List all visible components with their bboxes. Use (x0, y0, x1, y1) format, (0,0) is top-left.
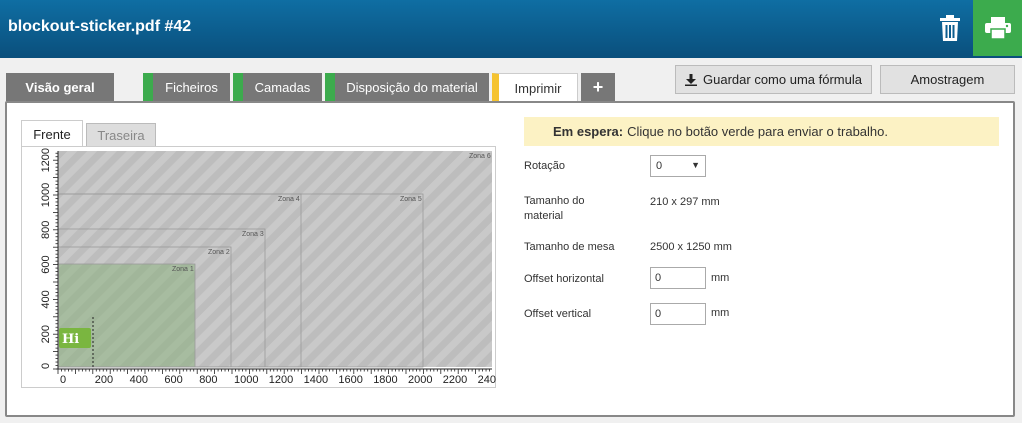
x-tick-label: 200 (95, 374, 113, 386)
tab-material-layout[interactable]: Disposição do material (325, 73, 489, 101)
material-size-label: Tamanho do material (524, 195, 585, 222)
x-tick-label: 2000 (408, 374, 432, 386)
trash-icon (940, 15, 960, 41)
add-tab-button[interactable]: + (581, 73, 615, 101)
table-size-label: Tamanho de mesa (524, 241, 615, 253)
save-as-formula-button[interactable]: Guardar como uma fórmula (675, 65, 872, 94)
zone-5-label: Zona 5 (400, 196, 422, 203)
tab-layers[interactable]: Camadas (233, 73, 322, 101)
offset-vertical-unit: mm (711, 307, 730, 319)
job-thumbnail-label: Hi (62, 332, 79, 347)
status-message: Clique no botão verde para enviar o trab… (627, 124, 888, 139)
x-tick-label: 400 (130, 374, 148, 386)
rotation-label: Rotação (524, 160, 565, 172)
rotation-value: 0 (656, 160, 663, 172)
status-title: Em espera: (553, 124, 624, 139)
preview-canvas: Zona 1 Zona 2 Zona 3 Zona 4 Zona 5 Zona … (40, 148, 496, 386)
x-tick-label: 0 (60, 374, 66, 386)
tab-front[interactable]: Frente (21, 120, 83, 147)
x-tick-label: 800 (199, 374, 217, 386)
download-icon (685, 73, 698, 86)
x-tick-label: 1800 (373, 374, 397, 386)
y-tick-label: 1000 (40, 183, 52, 207)
print-button[interactable] (973, 0, 1022, 56)
zone-6-label: Zona 6 (469, 153, 491, 160)
tab-files[interactable]: Ficheiros (143, 73, 230, 101)
x-tick-label: 1400 (304, 374, 328, 386)
status-banner: Em espera: Clique no botão verde para en… (524, 117, 999, 146)
zone-3-label: Zona 3 (242, 231, 264, 238)
x-tick-label: 1600 (338, 374, 362, 386)
y-tick-label: 0 (40, 363, 52, 369)
zone-4-label: Zona 4 (278, 196, 300, 203)
rotation-select[interactable]: 0 ▼ (650, 155, 706, 177)
tab-back[interactable]: Traseira (86, 123, 156, 147)
layout-preview: Zona 1 Zona 2 Zona 3 Zona 4 Zona 5 Zona … (21, 146, 496, 388)
y-tick-label: 600 (40, 255, 52, 273)
tab-overview[interactable]: Visão geral (6, 73, 114, 101)
x-tick-label: 1000 (234, 374, 258, 386)
y-tick-label: 200 (40, 325, 52, 343)
delete-button[interactable] (930, 8, 970, 48)
x-tick-label: 240 (478, 374, 496, 386)
offset-horizontal-input[interactable] (650, 267, 706, 289)
material-size-value: 210 x 297 mm (650, 196, 720, 208)
x-tick-label: 1200 (269, 374, 293, 386)
sample-button[interactable]: Amostragem (880, 65, 1015, 94)
y-tick-label: 400 (40, 290, 52, 308)
y-tick-label: 800 (40, 221, 52, 239)
x-tick-label: 600 (164, 374, 182, 386)
printer-icon (984, 17, 1011, 39)
app-header: blockout-sticker.pdf #42 (0, 0, 1022, 58)
zone-2-label: Zona 2 (208, 249, 230, 256)
page-title: blockout-sticker.pdf #42 (8, 18, 192, 35)
table-size-value: 2500 x 1250 mm (650, 241, 732, 253)
zone-1-label: Zona 1 (172, 266, 194, 273)
material-area (59, 264, 195, 367)
tab-print[interactable]: Imprimir (492, 73, 578, 102)
offset-vertical-label: Offset vertical (524, 308, 592, 320)
offset-horizontal-unit: mm (711, 272, 730, 284)
save-as-formula-label: Guardar como uma fórmula (703, 72, 862, 87)
offset-horizontal-label: Offset horizontal (524, 273, 604, 285)
offset-vertical-input[interactable] (650, 303, 706, 325)
x-tick-label: 2200 (443, 374, 467, 386)
chevron-down-icon: ▼ (691, 160, 700, 170)
y-tick-label: 1200 (40, 148, 52, 172)
